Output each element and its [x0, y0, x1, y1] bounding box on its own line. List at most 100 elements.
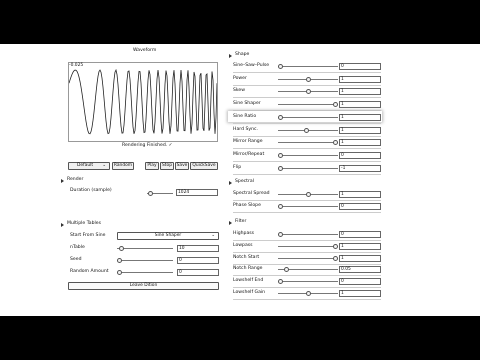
slider-knob[interactable]	[278, 152, 283, 158]
highpass-input[interactable]: 0	[339, 231, 381, 238]
start-from-select[interactable]: Sine Shaper ⌄	[117, 232, 219, 240]
sine-ratio-input[interactable]: 1	[339, 113, 381, 121]
hard-sync--input[interactable]: 1	[339, 126, 381, 134]
mirror-range-input[interactable]: 1	[339, 139, 381, 147]
random-amount-slider[interactable]	[117, 270, 173, 275]
row-divider	[233, 251, 381, 253]
slider-knob[interactable]	[117, 270, 122, 275]
skew-input[interactable]: 1	[339, 88, 381, 96]
slider-knob[interactable]	[119, 246, 124, 251]
slider-knob[interactable]	[306, 192, 311, 197]
lowshelf-end-slider[interactable]	[278, 279, 338, 285]
mirror-range-slider[interactable]	[278, 140, 338, 146]
spectral-spread-input[interactable]: 1	[339, 191, 381, 198]
ntable-input[interactable]: 10	[177, 245, 219, 252]
lowshelf-gain-input[interactable]: 1	[339, 290, 381, 297]
stop-button[interactable]: Stop	[160, 162, 174, 170]
duration-slider[interactable]	[147, 191, 173, 196]
slider-knob[interactable]	[278, 165, 283, 171]
slider-track	[278, 154, 338, 156]
slider-knob[interactable]	[306, 291, 311, 296]
lowshelf-end-label: Lowshelf End	[233, 278, 264, 284]
preset-value: Default	[77, 163, 94, 168]
power-input[interactable]: 1	[339, 75, 381, 83]
multiple-tables-heading[interactable]: Multiple Tables	[67, 221, 101, 227]
mirror-repeat-input[interactable]: 0	[339, 151, 381, 159]
quicksave-button[interactable]: QuickSave	[190, 162, 218, 170]
skew-label: Skew	[233, 88, 245, 94]
slider-knob[interactable]	[278, 114, 283, 120]
sine-saw-pulse-slider[interactable]	[278, 64, 338, 69]
lowpass-slider[interactable]	[278, 243, 338, 249]
spectral-spread-slider[interactable]	[278, 192, 338, 197]
mirror-repeat-slider[interactable]	[278, 152, 338, 158]
row-divider	[233, 200, 381, 201]
spectral-heading[interactable]: Spectral	[235, 179, 254, 185]
slider-knob[interactable]	[278, 279, 283, 285]
row-divider	[233, 263, 381, 265]
notch-range-input[interactable]: 0.05	[339, 266, 381, 274]
slider-knob[interactable]	[333, 140, 338, 146]
seed-input[interactable]: 0	[177, 257, 219, 264]
ntable-slider[interactable]	[117, 246, 173, 251]
slider-knob[interactable]	[333, 243, 338, 249]
row-divider	[233, 72, 381, 73]
phase-slope-input[interactable]: 0	[339, 203, 381, 210]
triangle-down-icon[interactable]	[229, 181, 232, 185]
slider-knob[interactable]	[306, 76, 311, 82]
highpass-label: Highpass	[233, 231, 255, 236]
notch-range-slider[interactable]	[278, 267, 338, 273]
shape-heading[interactable]: Shape	[235, 52, 249, 58]
lowpass-input[interactable]: 1	[339, 242, 381, 250]
sine-saw-pulse-label: Sine–Saw–Pulse	[233, 63, 270, 68]
save-button[interactable]: Save	[175, 162, 189, 170]
slider-knob[interactable]	[333, 102, 338, 108]
slider-track	[278, 257, 338, 259]
triangle-down-icon[interactable]	[61, 179, 64, 183]
sine-shaper-slider[interactable]	[278, 102, 338, 108]
flip-input[interactable]: -1	[339, 164, 381, 172]
skew-slider[interactable]	[278, 89, 338, 95]
sine-saw-pulse-input[interactable]: 0	[339, 63, 381, 70]
phase-slope-slider[interactable]	[278, 204, 338, 209]
lowshelf-gain-slider[interactable]	[278, 291, 338, 296]
chevron-down-icon: ⌄	[102, 163, 106, 168]
slider-knob[interactable]	[278, 204, 283, 209]
sine-ratio-slider[interactable]	[278, 114, 338, 120]
slider-track	[278, 167, 338, 169]
slider-track	[278, 66, 338, 67]
play-button[interactable]: Play	[145, 162, 159, 170]
highpass-slider[interactable]	[278, 232, 338, 237]
slider-knob[interactable]	[278, 64, 283, 69]
triangle-down-icon[interactable]	[61, 223, 64, 227]
preset-select[interactable]: Default ⌄	[68, 162, 110, 170]
triangle-down-icon[interactable]	[229, 221, 232, 225]
triangle-down-icon[interactable]	[229, 54, 232, 58]
slider-knob[interactable]	[278, 232, 283, 237]
random-button[interactable]: Random	[112, 162, 134, 170]
slider-knob[interactable]	[306, 89, 311, 95]
seed-label: Seed	[70, 257, 82, 262]
notch-start-input[interactable]: 1	[339, 254, 381, 262]
filter-heading[interactable]: Filter	[235, 219, 246, 225]
slider-knob[interactable]	[148, 191, 153, 196]
slider-knob[interactable]	[304, 127, 309, 133]
slider-knob[interactable]	[117, 258, 122, 263]
seed-slider[interactable]	[117, 258, 173, 263]
leave-dition-button[interactable]: Leave Dition	[68, 282, 219, 290]
sine-shaper-input[interactable]: 1	[339, 101, 381, 109]
flip-slider[interactable]	[278, 165, 338, 171]
slider-knob[interactable]	[284, 267, 289, 273]
row-divider	[233, 122, 381, 124]
notch-start-slider[interactable]	[278, 255, 338, 261]
slider-knob[interactable]	[333, 255, 338, 261]
render-heading[interactable]: Render	[67, 177, 83, 183]
lowpass-label: Lowpass	[233, 242, 253, 248]
spectral-spread-label: Spectral Spread	[233, 191, 270, 196]
ntable-label: nTable	[70, 245, 85, 250]
hard-sync--slider[interactable]	[278, 127, 338, 133]
duration-input[interactable]: 1024	[176, 189, 218, 196]
random-amount-input[interactable]: 0	[177, 269, 219, 276]
lowshelf-end-input[interactable]: 0	[339, 278, 381, 286]
power-slider[interactable]	[278, 76, 338, 82]
